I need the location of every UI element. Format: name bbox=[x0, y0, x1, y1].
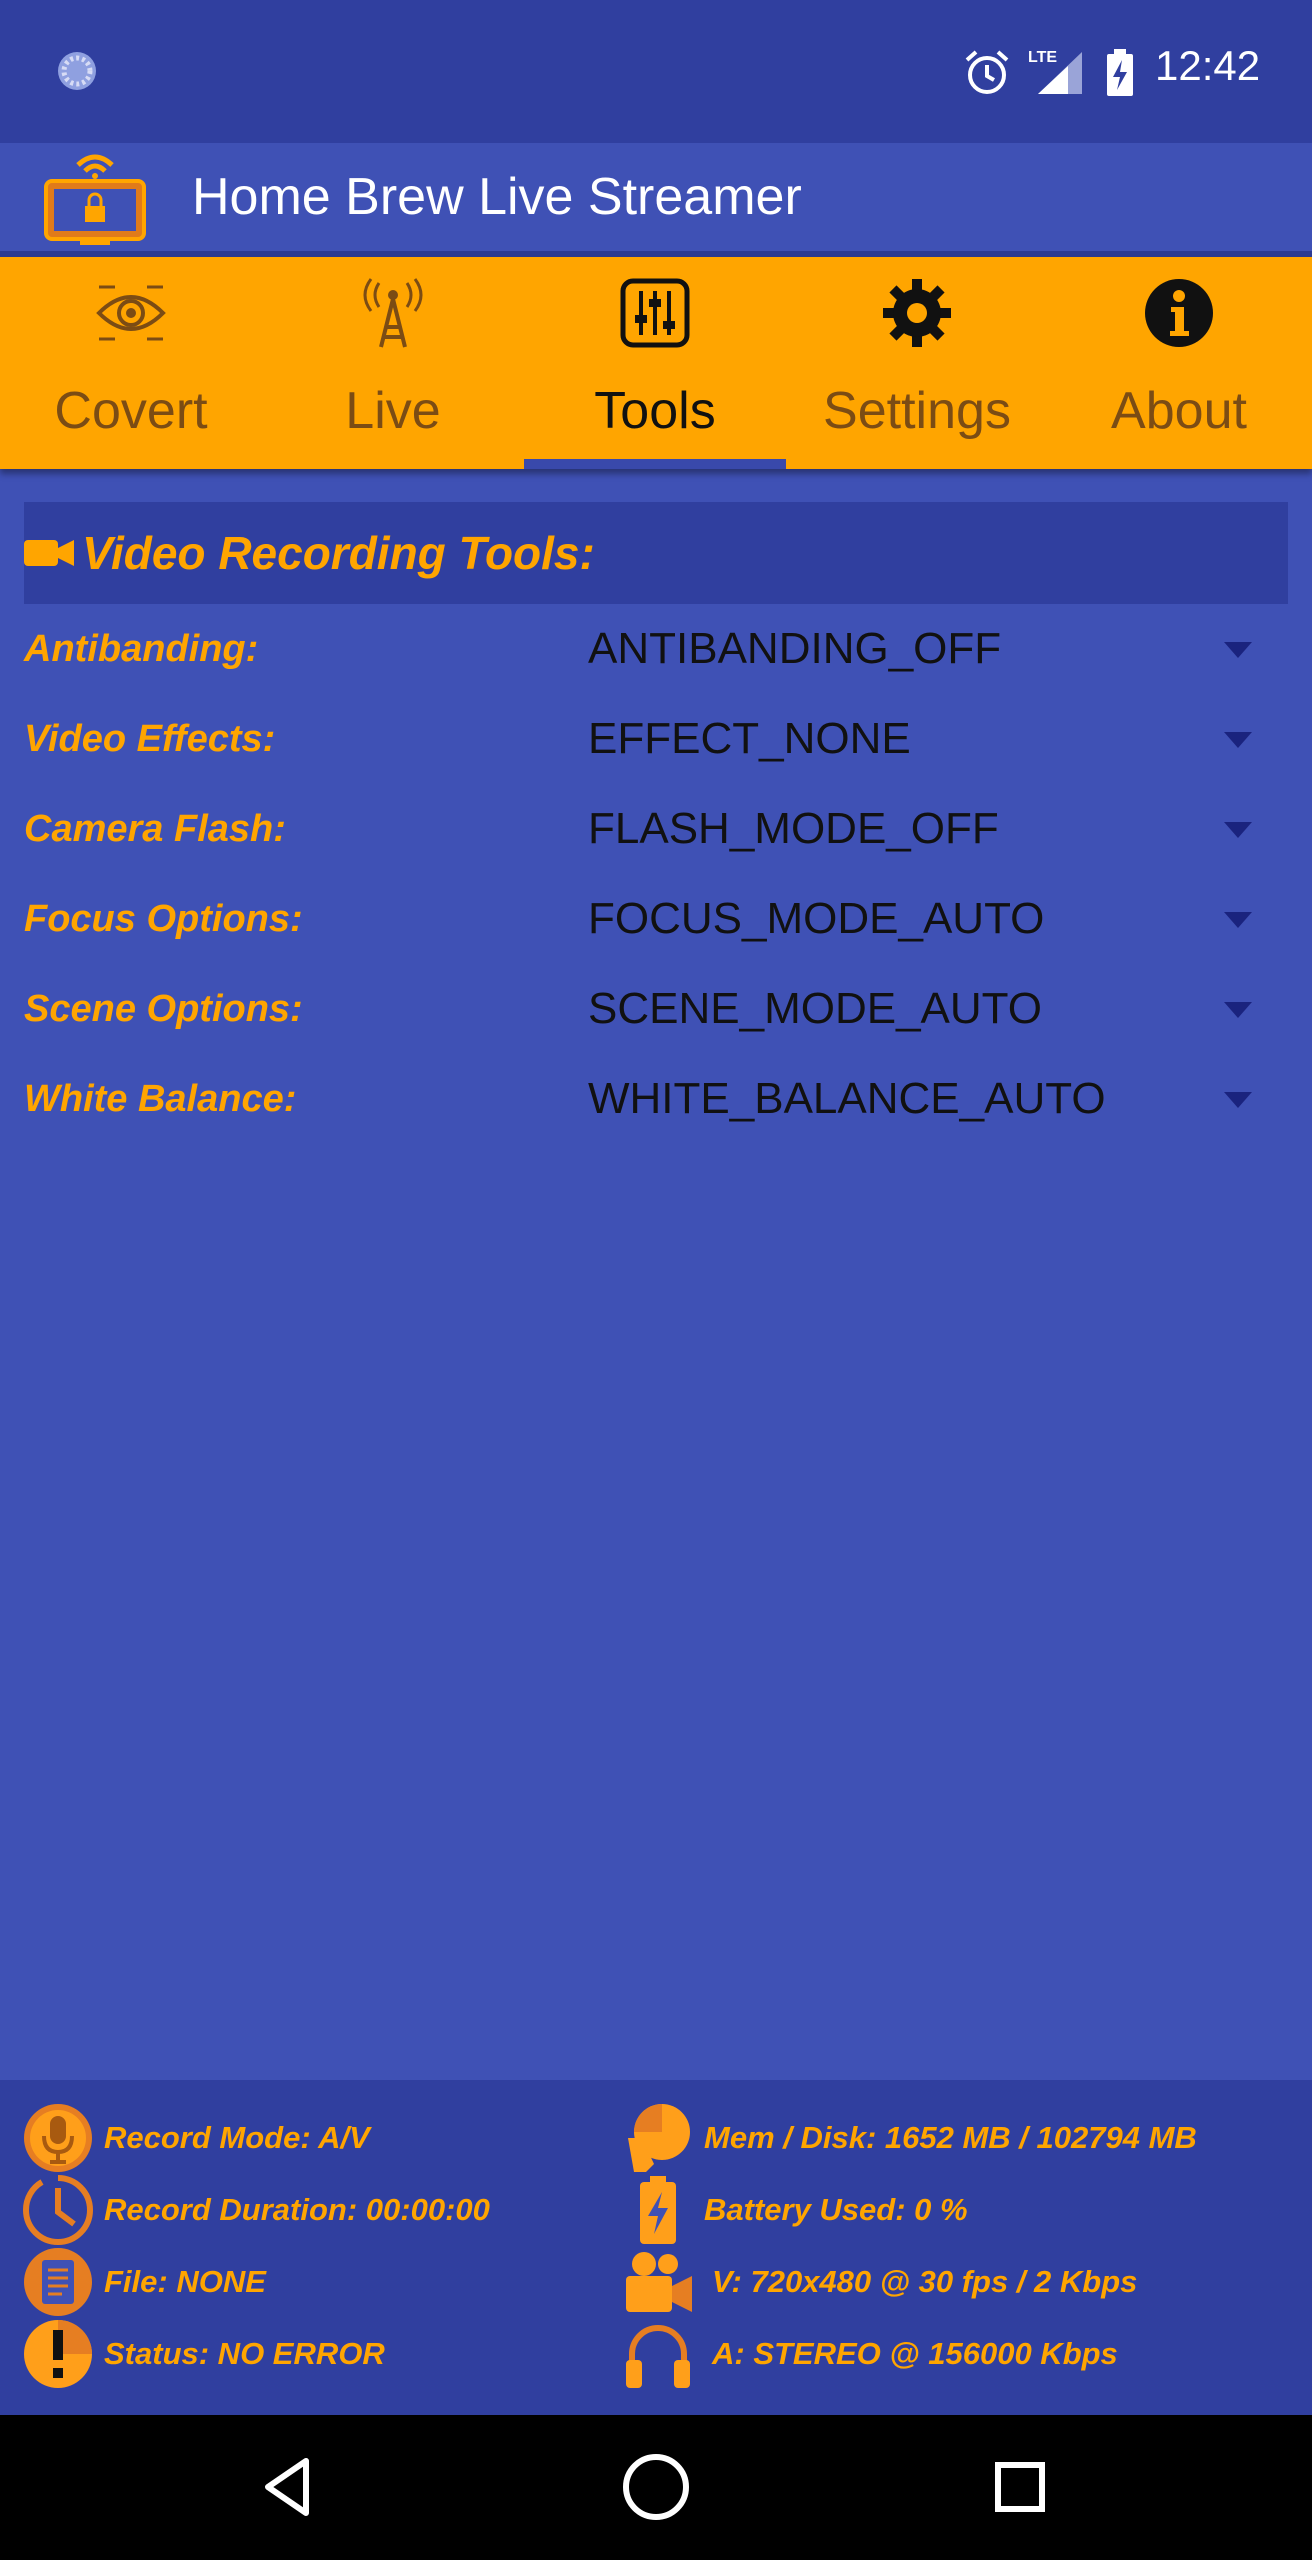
dropdown-arrow-icon bbox=[1224, 912, 1252, 928]
alarm-icon bbox=[965, 50, 1009, 94]
focus-options-dropdown[interactable]: FOCUS_MODE_AUTO bbox=[574, 876, 1274, 966]
info-text: Status: NO ERROR bbox=[104, 2336, 385, 2371]
dropdown-value: FLASH_MODE_OFF bbox=[588, 804, 999, 853]
camera-flash-dropdown[interactable]: FLASH_MODE_OFF bbox=[574, 786, 1274, 876]
section-header: Video Recording Tools: bbox=[24, 502, 1288, 604]
antenna-icon bbox=[363, 278, 423, 348]
tab-bar: Covert Live Tools Settings About bbox=[0, 257, 1312, 469]
headphones-icon bbox=[626, 2325, 690, 2388]
dropdown-value: WHITE_BALANCE_AUTO bbox=[588, 1074, 1106, 1123]
tab-active-indicator bbox=[524, 459, 786, 469]
tab-about[interactable]: About bbox=[1048, 257, 1310, 469]
microphone-icon bbox=[24, 2104, 92, 2172]
eye-icon bbox=[96, 285, 166, 341]
info-text: Record Duration: 00:00:00 bbox=[104, 2192, 490, 2227]
app-title: Home Brew Live Streamer bbox=[192, 168, 802, 226]
info-text: Mem / Disk: 1652 MB / 102794 MB bbox=[704, 2120, 1197, 2155]
tab-live[interactable]: Live bbox=[262, 257, 524, 469]
home-icon[interactable] bbox=[620, 2451, 692, 2523]
dropdown-value: ANTIBANDING_OFF bbox=[588, 624, 1002, 673]
setting-label: Scene Options: bbox=[24, 988, 303, 1030]
video-effects-dropdown[interactable]: EFFECT_NONE bbox=[574, 696, 1274, 786]
warning-icon bbox=[24, 2320, 92, 2388]
section-title: Video Recording Tools: bbox=[82, 527, 595, 579]
sliders-icon bbox=[620, 278, 690, 348]
tab-label: Live bbox=[345, 382, 441, 440]
setting-row-white-balance: White Balance: WHITE_BALANCE_AUTO bbox=[0, 1056, 1312, 1146]
dropdown-value: FOCUS_MODE_AUTO bbox=[588, 894, 1045, 943]
dropdown-arrow-icon bbox=[1224, 822, 1252, 838]
dropdown-value: SCENE_MODE_AUTO bbox=[588, 984, 1042, 1033]
info-text: Battery Used: 0 % bbox=[704, 2192, 968, 2227]
file-icon bbox=[24, 2248, 92, 2316]
status-bar-clock: 12:42 bbox=[1155, 42, 1261, 89]
setting-label: Focus Options: bbox=[24, 898, 303, 940]
movie-camera-icon bbox=[626, 2252, 692, 2312]
tab-label: Settings bbox=[823, 382, 1011, 440]
setting-label: White Balance: bbox=[24, 1078, 297, 1120]
setting-row-video-effects: Video Effects: EFFECT_NONE bbox=[0, 696, 1312, 786]
tab-label: About bbox=[1111, 382, 1247, 440]
tab-tools[interactable]: Tools bbox=[524, 257, 786, 469]
setting-row-camera-flash: Camera Flash: FLASH_MODE_OFF bbox=[0, 786, 1312, 876]
antibanding-dropdown[interactable]: ANTIBANDING_OFF bbox=[574, 606, 1274, 696]
dropdown-arrow-icon bbox=[1224, 732, 1252, 748]
info-panel: Record Mode: A/V Record Duration: 00:00:… bbox=[0, 2080, 1312, 2415]
setting-label: Camera Flash: bbox=[24, 808, 286, 850]
svg-text:LTE: LTE bbox=[1028, 49, 1057, 66]
dropdown-value: EFFECT_NONE bbox=[588, 714, 911, 763]
setting-label: Video Effects: bbox=[24, 718, 276, 760]
recents-icon[interactable] bbox=[984, 2451, 1056, 2523]
battery-icon bbox=[640, 2176, 676, 2244]
gear-icon bbox=[883, 279, 951, 347]
app-bar: Home Brew Live Streamer bbox=[0, 143, 1312, 257]
setting-label: Antibanding: bbox=[24, 628, 259, 670]
info-text: Record Mode: A/V bbox=[104, 2120, 370, 2155]
scene-options-dropdown[interactable]: SCENE_MODE_AUTO bbox=[574, 966, 1274, 1056]
dropdown-arrow-icon bbox=[1224, 1092, 1252, 1108]
dropdown-arrow-icon bbox=[1224, 1002, 1252, 1018]
info-icon bbox=[1145, 279, 1213, 347]
tab-covert[interactable]: Covert bbox=[0, 257, 262, 469]
dropdown-arrow-icon bbox=[1224, 642, 1252, 658]
battery-charging-icon bbox=[1107, 49, 1133, 96]
loading-icon bbox=[58, 52, 96, 90]
tab-label: Covert bbox=[54, 382, 208, 440]
setting-row-focus-options: Focus Options: FOCUS_MODE_AUTO bbox=[0, 876, 1312, 966]
info-text: A: STEREO @ 156000 Kbps bbox=[712, 2336, 1118, 2371]
tab-label: Tools bbox=[594, 382, 716, 440]
setting-row-antibanding: Antibanding: ANTIBANDING_OFF bbox=[0, 606, 1312, 696]
back-icon[interactable] bbox=[254, 2451, 326, 2523]
navigation-bar bbox=[0, 2415, 1312, 2560]
info-text: File: NONE bbox=[104, 2264, 266, 2299]
tab-settings[interactable]: Settings bbox=[786, 257, 1048, 469]
info-text: V: 720x480 @ 30 fps / 2 Kbps bbox=[712, 2264, 1138, 2299]
clock-icon bbox=[22, 2175, 93, 2245]
lte-signal-icon: LTE bbox=[1028, 49, 1082, 94]
white-balance-dropdown[interactable]: WHITE_BALANCE_AUTO bbox=[574, 1056, 1274, 1146]
pie-chart-icon bbox=[628, 2104, 690, 2172]
setting-row-scene-options: Scene Options: SCENE_MODE_AUTO bbox=[0, 966, 1312, 1056]
status-bar: LTE 12:42 bbox=[0, 0, 1312, 143]
monitor-lock-wifi-logo bbox=[44, 154, 146, 245]
video-camera-icon bbox=[24, 540, 74, 566]
